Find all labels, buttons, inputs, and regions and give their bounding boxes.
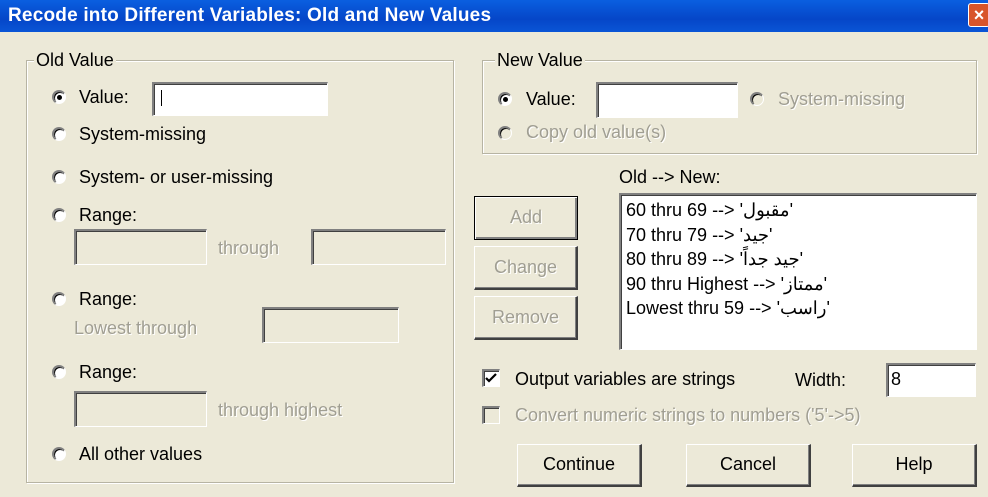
range-radio[interactable] (52, 208, 66, 222)
add-button-label: Add (509, 207, 543, 227)
new-system-missing-radio[interactable] (750, 92, 764, 106)
help-button[interactable]: Help (852, 444, 977, 487)
all-other-radio[interactable] (52, 447, 66, 461)
change-button-label: Change (493, 257, 558, 277)
system-user-missing-radio[interactable] (52, 170, 66, 184)
recode-dialog: Recode into Different Variables: Old and… (0, 0, 988, 497)
new-value-radio[interactable] (498, 92, 512, 106)
range-lowest-label: Range: (79, 289, 138, 309)
remove-button[interactable]: Remove (474, 296, 578, 340)
range-to-input[interactable] (311, 229, 446, 265)
add-button[interactable]: Add (474, 196, 578, 240)
text-caret (161, 90, 162, 106)
continue-button-label: Continue (542, 454, 616, 474)
old-new-list[interactable]: 60 thru 69 --> 'مقبول' 70 thru 79 --> 'ج… (619, 193, 977, 350)
old-value-radio[interactable] (52, 90, 66, 104)
range-lowest-radio[interactable] (52, 292, 66, 306)
output-strings-checkbox[interactable] (482, 369, 500, 387)
through-highest-input[interactable] (74, 391, 207, 427)
new-value-input[interactable] (596, 82, 738, 118)
new-system-missing-label: System-missing (778, 89, 906, 109)
lowest-through-input[interactable] (262, 307, 399, 343)
old-new-header: Old --> New: (619, 167, 721, 187)
range-from-input[interactable] (74, 229, 207, 265)
through-label: through (218, 238, 280, 258)
radio-dot-icon (503, 97, 508, 102)
cancel-button-label: Cancel (719, 454, 777, 474)
range-highest-label: Range: (79, 362, 138, 382)
through-highest-label: through highest (218, 400, 343, 420)
list-item[interactable]: Lowest thru 59 --> 'راسب' (626, 296, 976, 321)
help-button-label: Help (895, 454, 933, 474)
title-bar[interactable]: Recode into Different Variables: Old and… (0, 0, 988, 32)
checkmark-icon (485, 373, 497, 383)
width-label: Width: (795, 370, 847, 390)
copy-old-radio[interactable] (498, 126, 512, 140)
all-other-label: All other values (79, 444, 203, 464)
old-value-legend: Old Value (34, 50, 116, 70)
old-value-input[interactable] (152, 82, 328, 116)
old-value-label: Value: (79, 87, 129, 107)
change-button[interactable]: Change (474, 246, 578, 290)
lowest-through-label: Lowest through (74, 318, 198, 338)
list-item[interactable]: 70 thru 79 --> 'جيد' (626, 223, 976, 248)
convert-numeric-label: Convert numeric strings to numbers ('5'-… (515, 405, 861, 425)
output-strings-label: Output variables are strings (515, 369, 736, 389)
close-icon[interactable]: × (968, 3, 988, 27)
width-input[interactable]: 8 (886, 363, 976, 397)
radio-dot-icon (57, 95, 62, 100)
range-label: Range: (79, 205, 138, 225)
system-missing-radio[interactable] (52, 127, 66, 141)
cancel-button[interactable]: Cancel (686, 444, 811, 487)
width-input-text: 8 (891, 369, 902, 389)
list-item[interactable]: 90 thru Highest --> 'ممتاز' (626, 272, 976, 297)
new-value-label: Value: (526, 89, 576, 109)
copy-old-label: Copy old value(s) (526, 122, 667, 142)
window-title: Recode into Different Variables: Old and… (8, 5, 492, 26)
remove-button-label: Remove (491, 307, 560, 327)
new-value-legend: New Value (495, 50, 585, 70)
convert-numeric-checkbox[interactable] (482, 406, 500, 424)
range-highest-radio[interactable] (52, 365, 66, 379)
list-item[interactable]: 80 thru 89 --> 'جيد جداً' (626, 247, 976, 272)
system-user-missing-label: System- or user-missing (79, 167, 274, 187)
list-item[interactable]: 60 thru 69 --> 'مقبول' (626, 198, 976, 223)
system-missing-label: System-missing (79, 124, 207, 144)
continue-button[interactable]: Continue (517, 444, 642, 487)
